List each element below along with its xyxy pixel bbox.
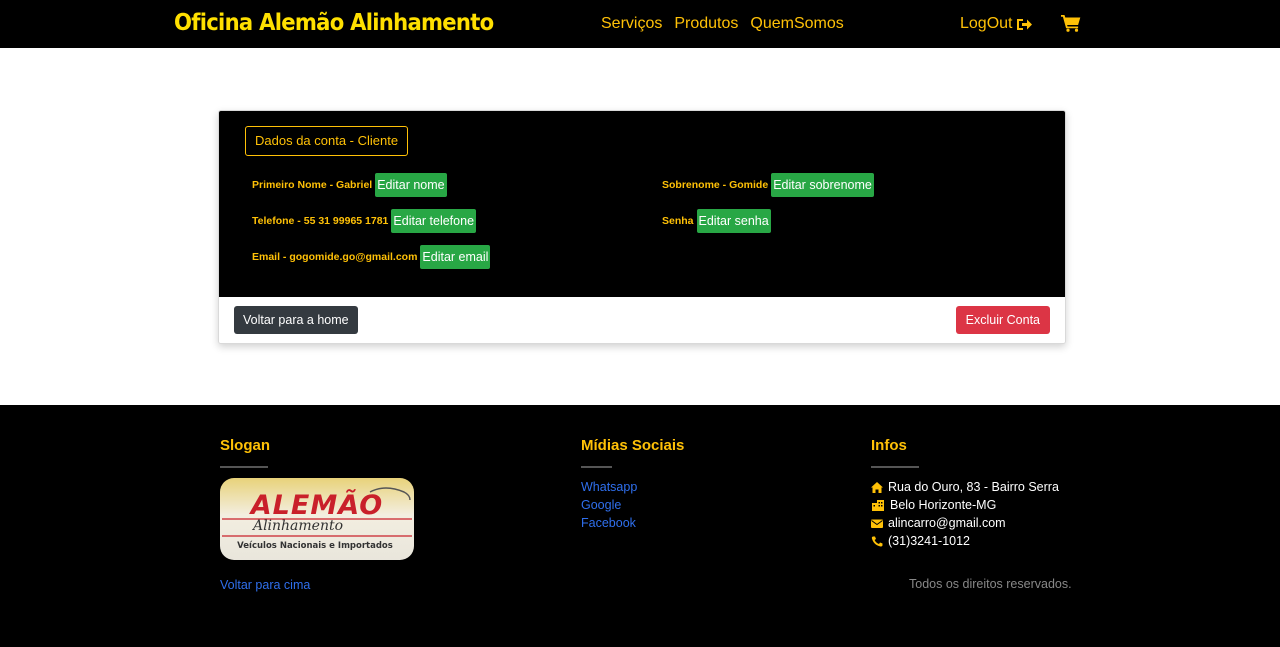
brand-logo-link[interactable]: Oficina Alemão Alinhamento	[174, 8, 494, 38]
logo-text-top: ALEMÃO	[249, 489, 383, 521]
logout-label: LogOut	[960, 15, 1013, 32]
nav-links: Serviços Produtos QuemSomos	[601, 14, 844, 34]
logo-text-bottom: Veículos Nacionais e Importados	[237, 541, 393, 551]
info-address: Rua do Ouro, 83 - Bairro Serra	[871, 478, 1059, 496]
email-field: Email - gogomide.go@gmail.com Editar ema…	[252, 245, 491, 269]
city-text: Belo Horizonte-MG	[890, 498, 997, 512]
slogan-divider	[220, 466, 268, 468]
footer: Slogan ALEMÃO Alinhamento Veículos Nacio…	[0, 405, 1280, 647]
edit-last-name-button[interactable]: Editar sobrenome	[771, 173, 874, 197]
slogan-heading: Slogan	[220, 437, 271, 454]
address-text: Rua do Ouro, 83 - Bairro Serra	[888, 480, 1059, 494]
social-heading: Mídias Sociais	[581, 437, 685, 454]
account-card: Dados da conta - Cliente Primeiro Nome -…	[218, 110, 1066, 344]
password-field: Senha Editar senha	[662, 209, 771, 233]
edit-first-name-button[interactable]: Editar nome	[375, 173, 447, 197]
back-home-button[interactable]: Voltar para a home	[234, 306, 358, 334]
email-text: alincarro@gmail.com	[888, 516, 1006, 530]
social-link-facebook[interactable]: Facebook	[581, 514, 636, 532]
back-to-top-link[interactable]: Voltar para cima	[220, 576, 310, 594]
account-legend: Dados da conta - Cliente	[245, 126, 409, 156]
first-name-label: Primeiro Nome - Gabriel	[252, 179, 373, 191]
delete-account-button[interactable]: Excluir Conta	[955, 306, 1050, 334]
cart-icon[interactable]	[1061, 14, 1081, 32]
info-city: Belo Horizonte-MG	[871, 496, 996, 514]
logout-link[interactable]: LogOut	[960, 14, 1033, 34]
nav-link-produtos[interactable]: Produtos	[674, 14, 738, 34]
logo-text-middle: Alinhamento	[251, 518, 343, 534]
first-name-field: Primeiro Nome - Gabriel Editar nome	[252, 173, 447, 197]
edit-password-button[interactable]: Editar senha	[696, 209, 771, 233]
building-icon	[872, 499, 884, 511]
info-divider	[871, 466, 919, 468]
envelope-icon	[871, 519, 883, 528]
last-name-field: Sobrenome - Gomide Editar sobrenome	[662, 173, 874, 197]
info-phone: (31)3241-1012	[871, 532, 970, 550]
edit-phone-button[interactable]: Editar telefone	[391, 209, 477, 233]
phone-text: (31)3241-1012	[888, 534, 971, 548]
nav-link-servicos[interactable]: Serviços	[601, 14, 662, 34]
home-icon	[871, 481, 883, 493]
navbar: Oficina Alemão Alinhamento Serviços Prod…	[0, 0, 1280, 48]
info-email: alincarro@gmail.com	[871, 514, 1006, 532]
account-card-body: Dados da conta - Cliente Primeiro Nome -…	[219, 111, 1065, 297]
phone-field: Telefone - 55 31 99965 1781 Editar telef…	[252, 209, 477, 233]
edit-email-button[interactable]: Editar email	[420, 245, 491, 269]
rights-text: Todos os direitos reservados.	[909, 577, 1072, 591]
social-divider	[581, 466, 612, 468]
phone-icon	[871, 536, 883, 547]
social-link-whatsapp[interactable]: Whatsapp	[581, 478, 637, 496]
info-heading: Infos	[871, 437, 907, 454]
logout-icon	[1017, 18, 1033, 30]
social-link-google[interactable]: Google	[581, 496, 621, 514]
nav-link-quemsomos[interactable]: QuemSomos	[750, 14, 843, 34]
password-label: Senha	[662, 215, 694, 227]
account-card-footer: Voltar para a home Excluir Conta	[219, 297, 1065, 343]
company-logo: ALEMÃO Alinhamento Veículos Nacionais e …	[220, 478, 414, 560]
last-name-label: Sobrenome - Gomide	[662, 179, 769, 191]
email-label: Email - gogomide.go@gmail.com	[252, 251, 418, 263]
phone-label: Telefone - 55 31 99965 1781	[252, 215, 389, 227]
